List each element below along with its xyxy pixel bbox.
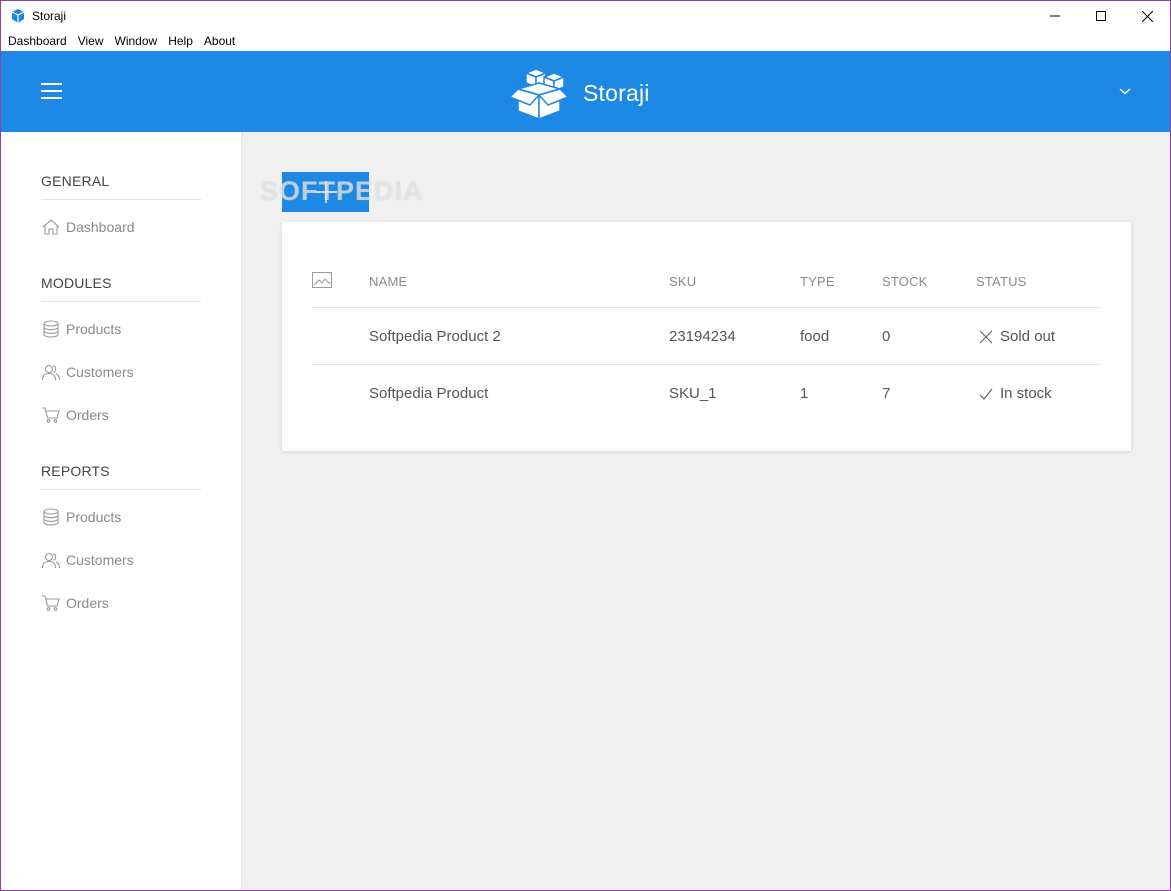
column-header-stock[interactable]: STOCK xyxy=(882,274,928,289)
sidebar-item-label: Orders xyxy=(66,407,109,423)
table-row[interactable]: Softpedia Product SKU_1 1 7 In stock xyxy=(312,365,1101,422)
sidebar: GENERAL Dashboard MODULES Products Custo… xyxy=(1,132,242,890)
title-bar: Storaji xyxy=(1,1,1170,31)
sidebar-item-reports-products[interactable]: Products xyxy=(41,508,121,526)
sidebar-item-products[interactable]: Products xyxy=(41,320,121,338)
close-button[interactable] xyxy=(1124,1,1170,31)
plus-icon xyxy=(314,181,337,203)
brand: Storaji xyxy=(508,65,650,121)
cart-icon xyxy=(41,406,61,424)
add-product-button[interactable] xyxy=(282,172,369,212)
main-content: SOFTPEDIA NAME SKU TYPE STOCK STATUS Sof… xyxy=(242,132,1170,890)
cell-type: food xyxy=(800,328,830,345)
sidebar-item-label: Orders xyxy=(66,595,109,611)
x-icon xyxy=(978,329,994,345)
column-header-status[interactable]: STATUS xyxy=(976,274,1027,289)
table-header: NAME SKU TYPE STOCK STATUS xyxy=(312,252,1101,308)
sidebar-item-label: Customers xyxy=(66,552,134,568)
brand-name: Storaji xyxy=(583,79,650,106)
section-title-reports: REPORTS xyxy=(41,463,201,490)
column-header-type[interactable]: TYPE xyxy=(800,274,835,289)
database-icon xyxy=(41,508,61,526)
chevron-down-icon[interactable] xyxy=(1118,86,1132,96)
cell-name: Softpedia Product 2 xyxy=(369,328,501,345)
window-title: Storaji xyxy=(32,9,67,23)
hamburger-menu-icon[interactable] xyxy=(41,83,62,99)
users-icon xyxy=(41,363,61,381)
menu-dashboard[interactable]: Dashboard xyxy=(7,34,73,48)
app-logo-icon xyxy=(10,8,26,24)
cell-status: In stock xyxy=(978,385,1052,402)
menu-window[interactable]: Window xyxy=(114,34,164,48)
status-text: Sold out xyxy=(1000,328,1056,345)
close-icon xyxy=(1141,10,1153,22)
cell-sku: SKU_1 xyxy=(669,385,717,402)
sidebar-item-label: Dashboard xyxy=(66,219,135,235)
products-card: NAME SKU TYPE STOCK STATUS Softpedia Pro… xyxy=(282,222,1131,451)
cart-icon xyxy=(41,594,61,612)
maximize-button[interactable] xyxy=(1078,1,1124,31)
home-icon xyxy=(41,218,61,236)
cell-sku: 23194234 xyxy=(669,328,736,345)
users-icon xyxy=(41,551,61,569)
table-row[interactable]: Softpedia Product 2 23194234 food 0 Sold… xyxy=(312,308,1101,365)
cell-stock: 0 xyxy=(882,328,891,345)
section-title-modules: MODULES xyxy=(41,275,201,302)
image-icon xyxy=(312,272,332,288)
products-table: NAME SKU TYPE STOCK STATUS Softpedia Pro… xyxy=(312,252,1101,422)
database-icon xyxy=(41,320,61,338)
check-icon xyxy=(978,386,994,402)
boxes-logo-icon xyxy=(509,68,569,120)
cell-stock: 7 xyxy=(882,385,891,402)
window-controls xyxy=(1032,1,1170,31)
sidebar-item-label: Customers xyxy=(66,364,134,380)
sidebar-item-dashboard[interactable]: Dashboard xyxy=(41,218,135,236)
sidebar-item-label: Products xyxy=(66,321,122,337)
minimize-button[interactable] xyxy=(1032,1,1078,31)
sidebar-item-reports-customers[interactable]: Customers xyxy=(41,551,134,569)
menu-view[interactable]: View xyxy=(77,34,110,48)
column-header-name[interactable]: NAME xyxy=(369,274,407,289)
minimize-icon xyxy=(1050,15,1060,17)
section-title-general: GENERAL xyxy=(41,173,201,200)
cell-name: Softpedia Product xyxy=(369,385,489,402)
cell-status: Sold out xyxy=(978,328,1055,345)
status-text: In stock xyxy=(1000,385,1052,402)
sidebar-item-label: Products xyxy=(66,509,122,525)
menu-about[interactable]: About xyxy=(203,34,241,48)
cell-type: 1 xyxy=(800,385,809,402)
maximize-icon xyxy=(1096,11,1106,21)
column-header-sku[interactable]: SKU xyxy=(669,274,696,289)
app-window: Storaji Dashboard View Window Help About xyxy=(0,0,1171,891)
menu-help[interactable]: Help xyxy=(167,34,199,48)
sidebar-item-reports-orders[interactable]: Orders xyxy=(41,594,109,612)
sidebar-item-customers[interactable]: Customers xyxy=(41,363,134,381)
menu-bar: Dashboard View Window Help About xyxy=(1,31,1170,51)
app-header: Storaji xyxy=(1,51,1170,132)
sidebar-item-orders[interactable]: Orders xyxy=(41,406,109,424)
